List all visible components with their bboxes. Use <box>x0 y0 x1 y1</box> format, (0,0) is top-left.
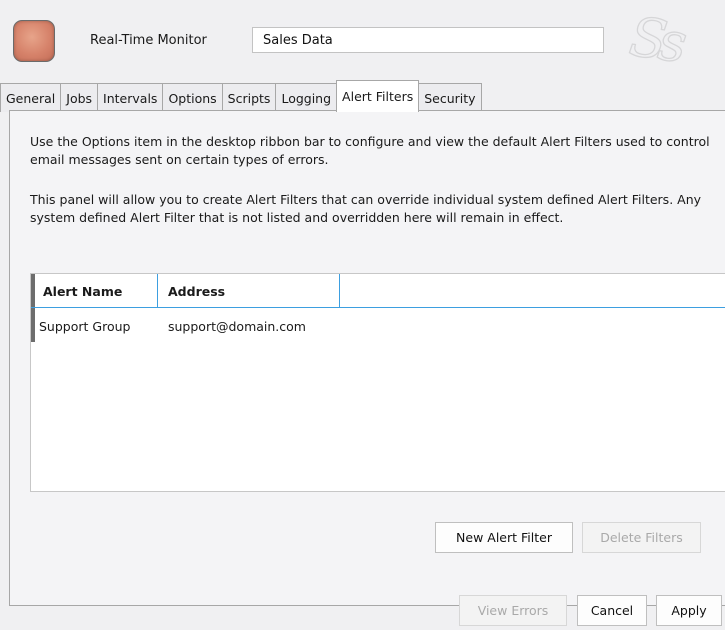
cancel-button[interactable]: Cancel <box>577 595 647 626</box>
description-paragraph-2: This panel will allow you to create Aler… <box>30 192 702 225</box>
new-alert-filter-button[interactable]: New Alert Filter <box>435 522 573 553</box>
column-header-address[interactable]: Address <box>158 274 340 307</box>
tab-general[interactable]: General <box>0 83 62 112</box>
tab-security[interactable]: Security <box>418 83 482 112</box>
tab-strip: General Jobs Intervals Options Scripts L… <box>0 80 482 112</box>
app-icon <box>13 20 55 62</box>
tab-alert-filters[interactable]: Alert Filters <box>336 80 420 112</box>
cell-alert-name: Support Group <box>39 319 131 334</box>
tab-jobs[interactable]: Jobs <box>60 83 99 112</box>
description-paragraph-1: Use the Options item in the desktop ribb… <box>30 134 710 167</box>
tab-scripts[interactable]: Scripts <box>221 83 277 112</box>
view-errors-button[interactable]: View Errors <box>459 595 567 626</box>
monitor-type-label: Real-Time Monitor <box>90 33 207 48</box>
delete-filters-button[interactable]: Delete Filters <box>582 522 701 553</box>
tab-intervals[interactable]: Intervals <box>97 83 164 112</box>
row-selector <box>31 308 35 342</box>
column-header-alert-name[interactable]: Alert Name <box>31 274 158 307</box>
monitor-name-input[interactable] <box>252 27 604 53</box>
grid-header: Alert Name Address <box>31 274 725 308</box>
cell-address: support@domain.com <box>168 319 306 334</box>
alert-filters-grid: Alert Name Address Support Group support… <box>30 273 725 492</box>
apply-button[interactable]: Apply <box>656 595 722 626</box>
tab-logging[interactable]: Logging <box>275 83 338 112</box>
logo-watermark-icon: Ss <box>625 4 683 75</box>
table-row[interactable]: Support Group support@domain.com <box>31 308 725 342</box>
tab-options[interactable]: Options <box>162 83 223 112</box>
